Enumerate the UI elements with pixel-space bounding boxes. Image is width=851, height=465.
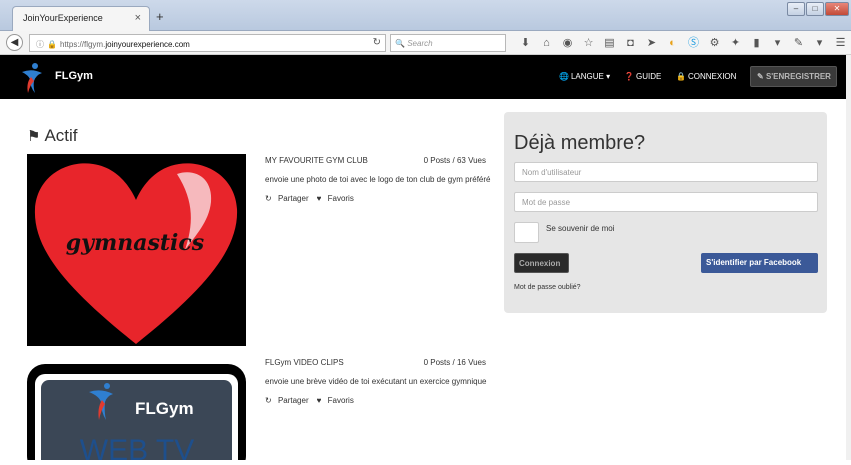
favorite-label: Favoris	[327, 194, 354, 203]
reload-icon[interactable]: ↻	[373, 37, 381, 48]
chevron-down-icon[interactable]: ▾	[809, 35, 830, 51]
share-label: Partager	[277, 396, 309, 405]
tab-title: JoinYourExperience	[23, 13, 103, 23]
pencil-icon: ✎	[757, 72, 764, 81]
caret-down-icon: ▾	[606, 72, 611, 81]
image-caption: WEB TV	[80, 434, 194, 460]
chevron-down-icon[interactable]: ▾	[767, 35, 788, 51]
item-name[interactable]: FLGym VIDEO CLIPS	[265, 358, 344, 367]
bookmark-star-icon[interactable]: ☆	[578, 35, 599, 51]
favorite-label: Favoris	[327, 396, 354, 405]
heart-icon: ♥	[316, 194, 322, 203]
facebook-login-button[interactable]: S'identifier par Facebook	[701, 253, 818, 273]
share-icon: ↻	[265, 396, 272, 405]
favorite-button[interactable]: ♥ Favoris	[317, 396, 358, 405]
login-label: CONNEXION	[687, 72, 737, 81]
page-title-text: Actif	[44, 126, 78, 145]
browser-toolbar: ⬇ ⌂ ◉ ☆ ▤ ◘ ➤ ◐ Ⓢ ⚙ ✦ ▮ ▾ ✎ ▾ ☰	[515, 35, 851, 51]
gear-icon[interactable]: ⚙	[704, 35, 725, 51]
pocket-icon[interactable]: ◉	[557, 35, 578, 51]
skype-icon[interactable]: Ⓢ	[683, 35, 704, 51]
remember-checkbox[interactable]	[514, 222, 539, 243]
search-placeholder: Search	[407, 39, 433, 48]
download-icon[interactable]: ⬇	[515, 35, 536, 51]
item-actions: ↻ Partager ♥ Favoris	[265, 194, 362, 203]
image-caption: gymnastics	[66, 230, 204, 256]
lock-icon: 🔒	[47, 40, 57, 49]
shield-icon[interactable]: ◘	[620, 35, 641, 51]
share-icon: ↻	[265, 194, 272, 203]
page-title: ⚑ Actif	[27, 126, 78, 146]
flag-icon: ⚑	[27, 128, 41, 145]
tab-close-icon[interactable]: ×	[135, 12, 141, 24]
maximize-icon[interactable]: □	[806, 2, 824, 16]
address-bar[interactable]: ⓘ 🔒 https://flgym.joinyourexperience.com ↻	[29, 34, 386, 52]
register-button[interactable]: ✎ S'ENREGISTRER	[750, 66, 837, 87]
share-button[interactable]: ↻ Partager	[265, 396, 313, 405]
info-icon[interactable]: ⓘ	[36, 40, 44, 49]
forgot-password-link[interactable]: Mot de passe oublié?	[514, 284, 581, 291]
register-label: S'ENREGISTRER	[765, 72, 831, 81]
login-panel: Déjà membre? Nom d'utilisateur Mot de pa…	[504, 112, 827, 313]
logo-text[interactable]: FLGym	[55, 70, 93, 82]
bookmarks-list-icon[interactable]: ▤	[599, 35, 620, 51]
item-description: envoie une photo de toi avec le logo de …	[265, 175, 491, 184]
language-menu[interactable]: 🌐 LANGUE ▾	[559, 72, 610, 81]
guide-label: GUIDE	[635, 72, 662, 81]
share-label: Partager	[277, 194, 309, 203]
heart-image: gymnastics	[34, 163, 238, 344]
item-stats: 0 Posts / 63 Vues	[423, 156, 486, 165]
new-tab-icon[interactable]: +	[156, 9, 164, 24]
search-input[interactable]: 🔍 Search	[390, 34, 506, 52]
share-button[interactable]: ↻ Partager	[265, 194, 313, 203]
puzzle-icon[interactable]: ✦	[725, 35, 746, 51]
reader-icon[interactable]: ▮	[746, 35, 767, 51]
language-label: LANGUE	[570, 72, 604, 81]
question-icon: ❓	[624, 72, 634, 81]
hamburger-menu-icon[interactable]: ☰	[830, 35, 851, 51]
remember-label: Se souvenir de moi	[546, 224, 615, 233]
window-controls: – □ ✕	[787, 2, 849, 16]
item-actions: ↻ Partager ♥ Favoris	[265, 396, 362, 405]
browser-tab[interactable]: JoinYourExperience ×	[12, 6, 150, 31]
browser-tab-bar: JoinYourExperience × + – □ ✕	[0, 0, 851, 31]
guide-link[interactable]: ❓ GUIDE	[624, 72, 661, 81]
item-name[interactable]: MY FAVOURITE GYM CLUB	[265, 156, 368, 165]
item-description: envoie une brève vidéo de toi exécutant …	[265, 377, 487, 386]
login-title: Déjà membre?	[514, 132, 646, 154]
lock-icon: 🔒	[676, 72, 686, 81]
password-input[interactable]: Mot de passe	[514, 192, 818, 212]
search-icon: 🔍	[395, 39, 405, 48]
connect-button[interactable]: Connexion	[514, 253, 569, 273]
scrollbar[interactable]	[846, 55, 851, 460]
site-header: FLGym 🌐 LANGUE ▾ ❓ GUIDE 🔒 CONNEXION ✎ S'EN…	[0, 55, 851, 99]
window-close-icon[interactable]: ✕	[825, 2, 849, 16]
image-logo-text: FLGym	[135, 399, 194, 418]
challenge-image[interactable]: FLGym WEB TV	[27, 356, 246, 465]
globe-icon: 🌐	[559, 72, 569, 81]
url-prefix: https://flgym.	[59, 40, 106, 49]
home-icon[interactable]: ⌂	[536, 35, 557, 51]
pen-icon[interactable]: ✎	[788, 35, 809, 51]
login-link[interactable]: 🔒 CONNEXION	[676, 72, 736, 81]
url-domain: joinyourexperience.com	[105, 40, 190, 49]
webtv-image: FLGym WEB TV	[27, 364, 246, 465]
minimize-icon[interactable]: –	[787, 2, 805, 16]
send-icon[interactable]: ➤	[641, 35, 662, 51]
browser-nav-bar: ◀ ⓘ 🔒 https://flgym.joinyourexperience.com…	[0, 31, 851, 55]
favorite-button[interactable]: ♥ Favoris	[317, 194, 358, 203]
extension-icon[interactable]: ◐	[662, 35, 683, 51]
item-stats: 0 Posts / 16 Vues	[423, 358, 486, 367]
heart-icon: ♥	[316, 396, 322, 405]
challenge-image[interactable]: gymnastics	[27, 154, 246, 346]
back-arrow-icon[interactable]: ◀	[6, 34, 23, 51]
username-input[interactable]: Nom d'utilisateur	[514, 162, 818, 182]
